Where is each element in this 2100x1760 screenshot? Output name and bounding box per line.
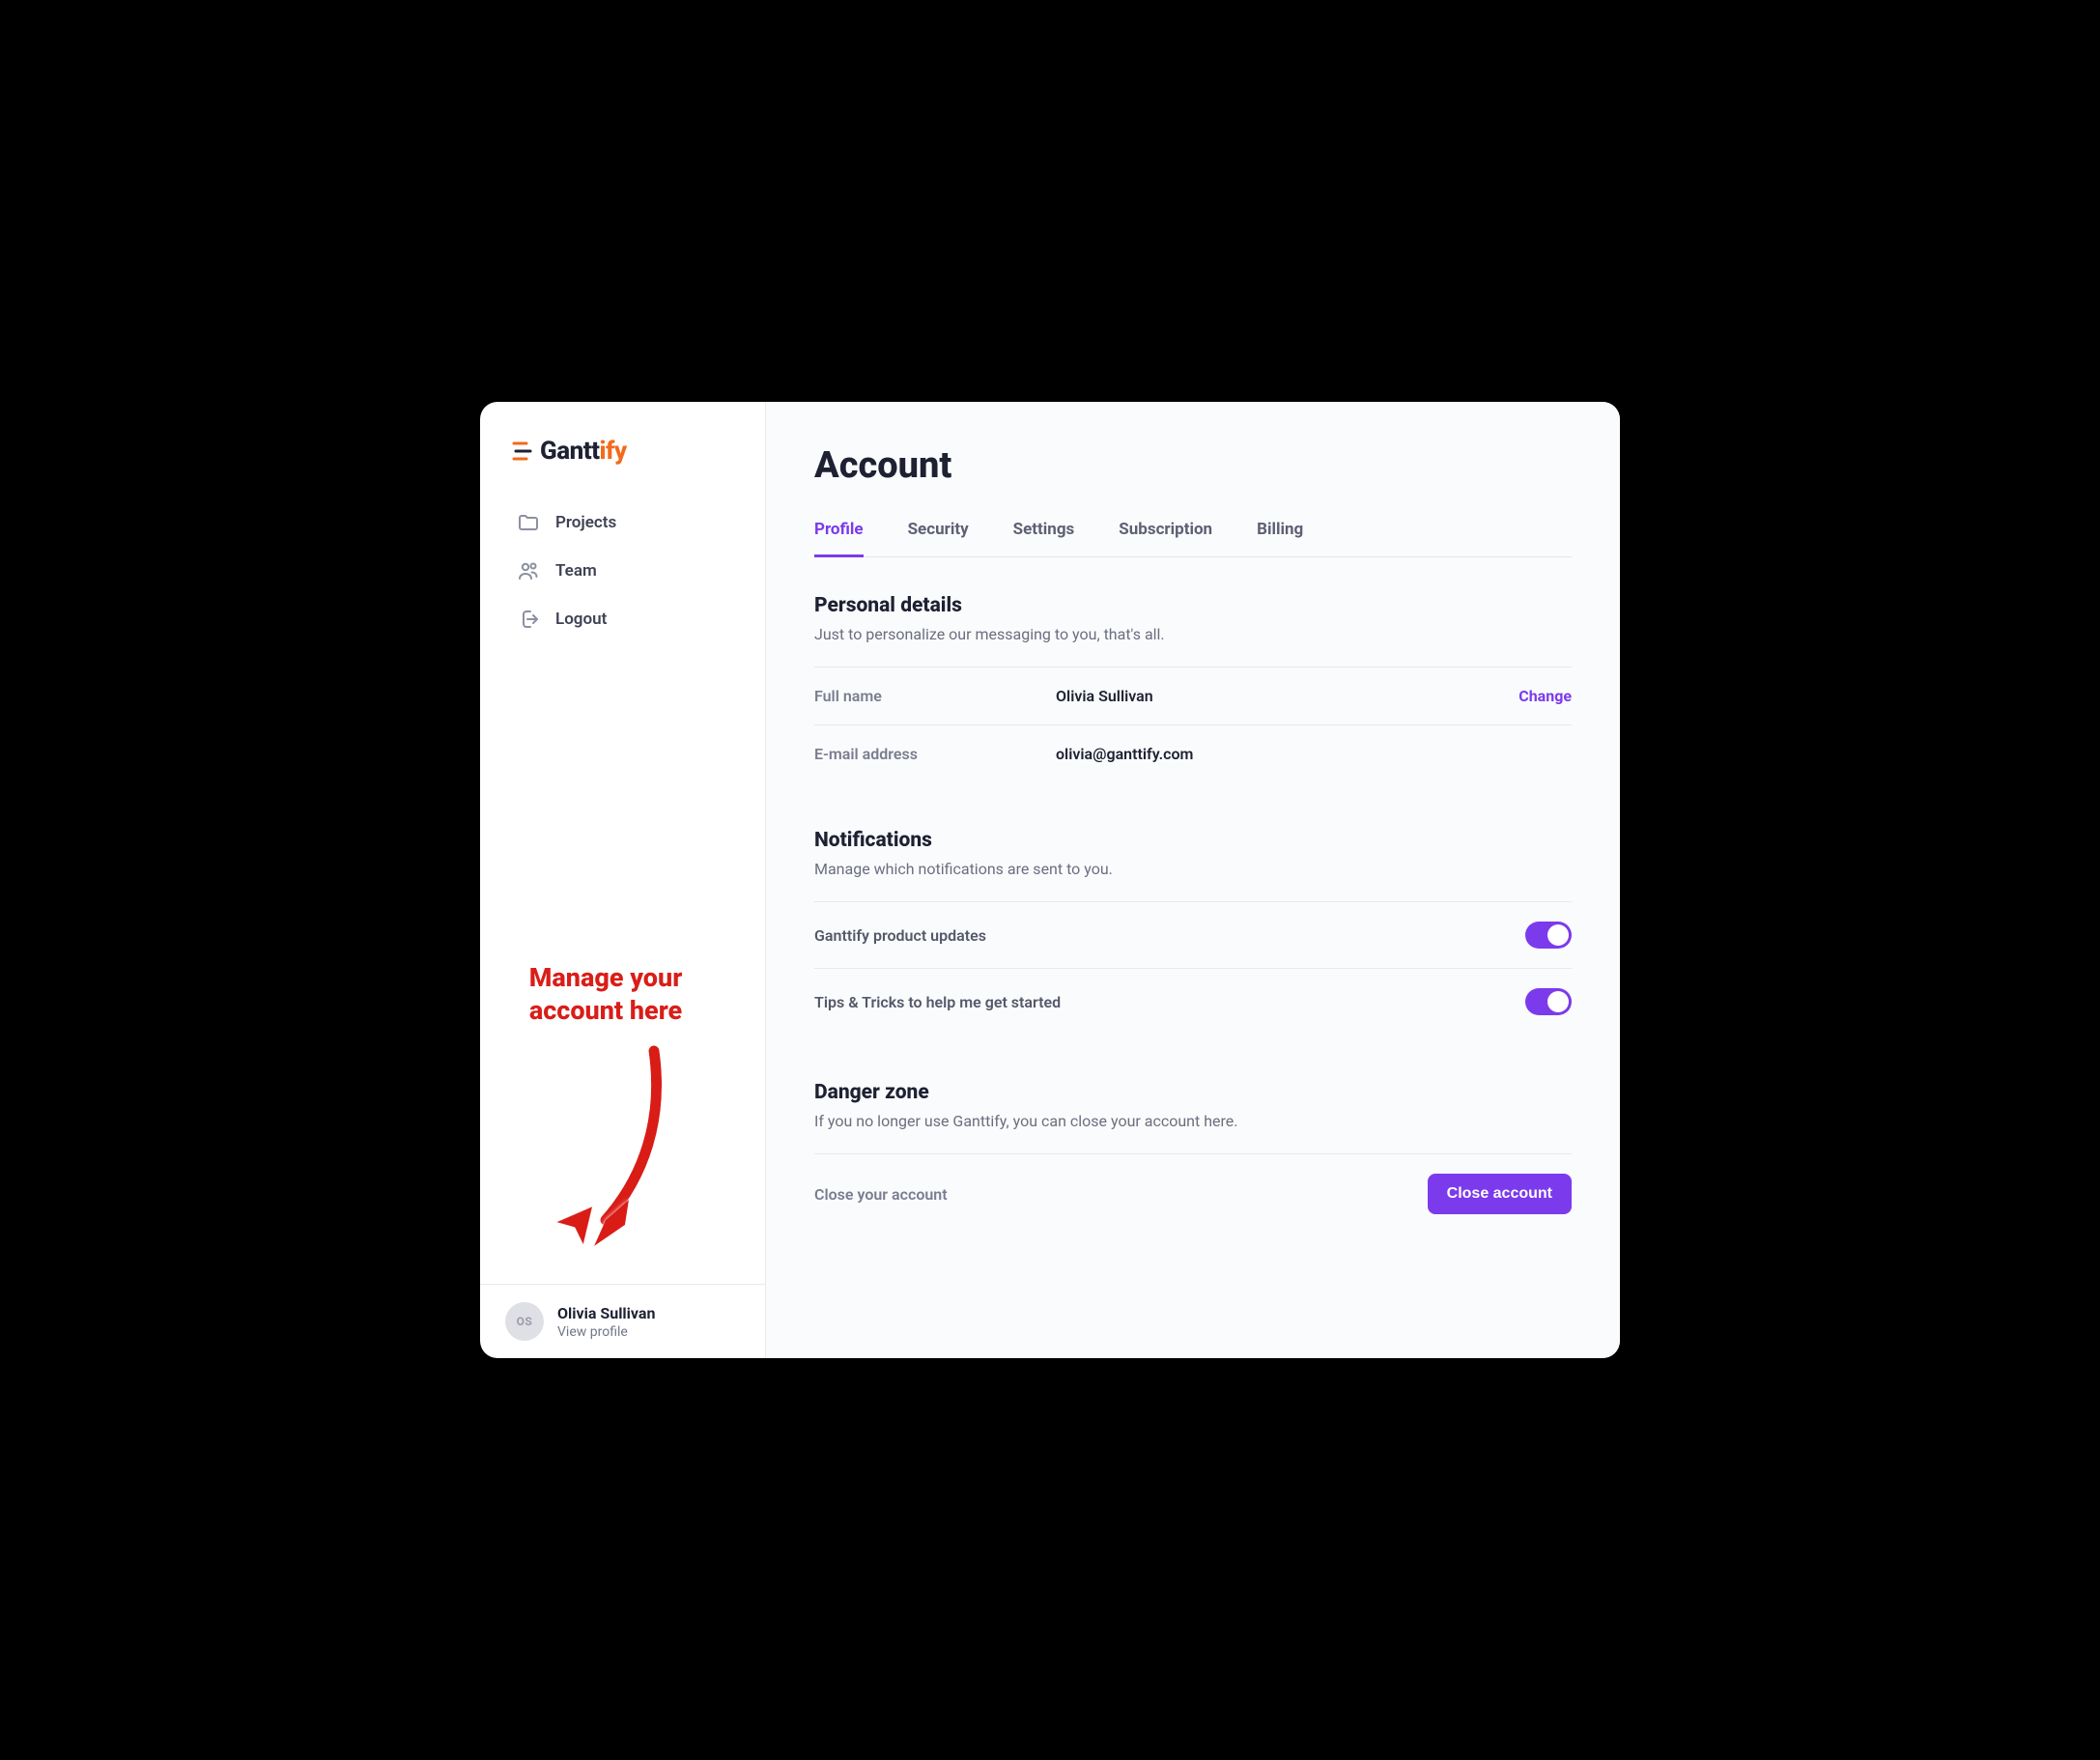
- sidebar-user-card[interactable]: OS Olivia Sullivan View profile: [480, 1284, 765, 1358]
- row-value: olivia@ganttify.com: [1056, 745, 1572, 763]
- sidebar-item-label: Projects: [555, 513, 616, 532]
- page-title: Account: [814, 444, 1572, 487]
- toggle-product-updates[interactable]: [1525, 922, 1572, 949]
- section-title: Notifications: [814, 829, 1572, 852]
- logo-text-1: Gantt: [540, 437, 599, 466]
- users-icon: [517, 559, 540, 582]
- section-subtitle: Just to personalize our messaging to you…: [814, 625, 1572, 643]
- sidebar-item-logout[interactable]: Logout: [511, 595, 734, 643]
- change-name-link[interactable]: Change: [1518, 687, 1572, 705]
- section-subtitle: Manage which notifications are sent to y…: [814, 860, 1572, 878]
- sidebar: Ganttify Projects Team: [480, 402, 766, 1358]
- row-label: E-mail address: [814, 745, 1056, 763]
- avatar: OS: [505, 1302, 544, 1341]
- row-label: Tips & Tricks to help me get started: [814, 993, 1525, 1011]
- view-profile-label: View profile: [557, 1324, 655, 1340]
- tab-settings[interactable]: Settings: [1013, 520, 1075, 556]
- tab-security[interactable]: Security: [908, 520, 969, 556]
- row-value: Olivia Sullivan: [1056, 687, 1518, 705]
- row-close-account: Close your account Close account: [814, 1153, 1572, 1234]
- app-window: Ganttify Projects Team: [480, 402, 1620, 1358]
- folder-icon: [517, 511, 540, 534]
- row-email: E-mail address olivia@ganttify.com: [814, 724, 1572, 782]
- section-title: Personal details: [814, 594, 1572, 617]
- avatar-initials: OS: [517, 1315, 533, 1328]
- section-danger-zone: Danger zone If you no longer use Ganttif…: [814, 1081, 1572, 1234]
- tab-profile[interactable]: Profile: [814, 520, 864, 556]
- section-personal-details: Personal details Just to personalize our…: [814, 594, 1572, 782]
- row-label: Full name: [814, 687, 1056, 705]
- close-account-button[interactable]: Close account: [1428, 1174, 1572, 1214]
- user-name: Olivia Sullivan: [557, 1304, 655, 1322]
- row-notif-tips: Tips & Tricks to help me get started: [814, 968, 1572, 1035]
- tab-billing[interactable]: Billing: [1257, 520, 1303, 556]
- toggle-tips-tricks[interactable]: [1525, 988, 1572, 1015]
- sidebar-item-label: Team: [555, 561, 597, 581]
- row-label: Ganttify product updates: [814, 926, 1525, 945]
- row-full-name: Full name Olivia Sullivan Change: [814, 667, 1572, 724]
- row-notif-updates: Ganttify product updates: [814, 901, 1572, 968]
- sidebar-item-projects[interactable]: Projects: [511, 498, 734, 547]
- logo-text-2: ify: [599, 437, 626, 466]
- account-tabs: Profile Security Settings Subscription B…: [814, 520, 1572, 557]
- logout-icon: [517, 608, 540, 631]
- sidebar-item-team[interactable]: Team: [511, 547, 734, 595]
- section-subtitle: If you no longer use Ganttify, you can c…: [814, 1112, 1572, 1130]
- row-label: Close your account: [814, 1185, 1428, 1204]
- section-title: Danger zone: [814, 1081, 1572, 1104]
- main-content: Account Profile Security Settings Subscr…: [766, 402, 1620, 1358]
- logo: Ganttify: [511, 437, 734, 466]
- section-notifications: Notifications Manage which notifications…: [814, 829, 1572, 1035]
- sidebar-item-label: Logout: [555, 610, 607, 629]
- logo-mark-icon: [511, 438, 534, 465]
- tab-subscription[interactable]: Subscription: [1119, 520, 1212, 556]
